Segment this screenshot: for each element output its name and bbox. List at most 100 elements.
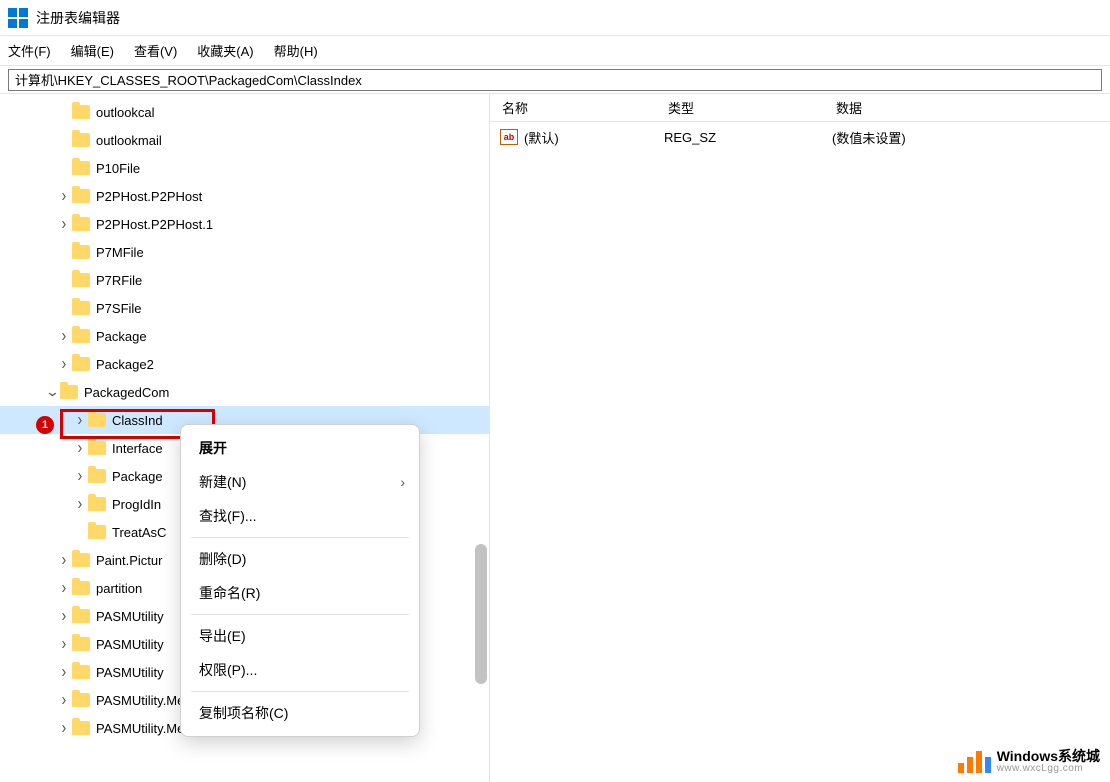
tree-item-label: PASMUtility [96,637,164,652]
tree-item[interactable]: outlookcal [0,98,489,126]
expand-icon[interactable] [72,440,88,456]
expand-icon[interactable] [56,692,72,708]
cm-new-label: 新建(N) [199,472,246,492]
cm-separator [191,691,409,692]
string-value-icon: ab [500,129,518,145]
cm-new[interactable]: 新建(N)› [181,465,419,499]
tree-item[interactable]: outlookmail [0,126,489,154]
expand-icon[interactable] [56,188,72,204]
tree-item-label: TreatAsC [112,525,166,540]
tree-item[interactable]: P2PHost.P2PHost [0,182,489,210]
values-pane: 名称 类型 数据 ab (默认) REG_SZ (数值未设置) [490,94,1110,782]
cm-export[interactable]: 导出(E) [181,619,419,653]
context-menu: 展开 新建(N)› 查找(F)... 删除(D) 重命名(R) 导出(E) 权限… [180,424,420,737]
expand-icon[interactable] [56,664,72,680]
address-input[interactable]: 计算机\HKEY_CLASSES_ROOT\PackagedCom\ClassI… [8,69,1102,91]
folder-icon [72,581,90,595]
col-name[interactable]: 名称 [490,98,656,117]
folder-icon [72,217,90,231]
expand-icon[interactable] [56,328,72,344]
tree-item[interactable]: P7SFile [0,294,489,322]
tree-item[interactable]: P2PHost.P2PHost.1 [0,210,489,238]
tree-item-label: Package [96,329,147,344]
expander-placeholder [56,272,72,288]
main-area: outlookcal outlookmail P10File P2PHost.P2PH… [0,94,1110,782]
expander-placeholder [56,160,72,176]
tree-scrollbar[interactable] [475,544,487,684]
folder-icon [72,637,90,651]
expander-placeholder [56,104,72,120]
tree-item-label: PASMUtility [96,609,164,624]
tree-item[interactable]: P10File [0,154,489,182]
tree-item-label: partition [96,581,142,596]
expand-icon[interactable] [56,356,72,372]
tree-item[interactable]: PackagedCom [0,378,489,406]
folder-icon [72,273,90,287]
expand-icon[interactable] [56,216,72,232]
expander-placeholder [72,524,88,540]
expand-icon[interactable] [56,636,72,652]
folder-icon [72,189,90,203]
folder-icon [88,497,106,511]
tree-item-label: P2PHost.P2PHost [96,189,202,204]
menubar: 文件(F) 编辑(E) 查看(V) 收藏夹(A) 帮助(H) [0,36,1110,66]
value-name: (默认) [524,128,664,147]
tree-item-label: P7RFile [96,273,142,288]
cm-separator [191,537,409,538]
folder-icon [72,245,90,259]
annotation-badge-1: 1 [36,416,54,434]
expand-icon[interactable] [72,412,88,428]
tree-item[interactable]: P7MFile [0,238,489,266]
folder-icon [88,469,106,483]
menu-file[interactable]: 文件(F) [8,41,51,60]
watermark: Windows系统城 www.wxcLgg.com [958,749,1100,774]
tree-item[interactable]: P7RFile [0,266,489,294]
expand-icon[interactable] [72,496,88,512]
expand-icon[interactable] [56,552,72,568]
folder-icon [88,441,106,455]
cm-delete[interactable]: 删除(D) [181,542,419,576]
expand-icon[interactable] [56,720,72,736]
values-header: 名称 类型 数据 [490,94,1110,122]
addressbar: 计算机\HKEY_CLASSES_ROOT\PackagedCom\ClassI… [0,66,1110,94]
collapse-icon[interactable] [44,384,60,400]
tree-item-label: Paint.Pictur [96,553,162,568]
col-data[interactable]: 数据 [824,98,1110,117]
tree-item-label: outlookcal [96,105,155,120]
cm-rename[interactable]: 重命名(R) [181,576,419,610]
menu-favorites[interactable]: 收藏夹(A) [197,41,253,60]
tree-item-label: ClassInd [112,413,163,428]
cm-find[interactable]: 查找(F)... [181,499,419,533]
titlebar: 注册表编辑器 [0,0,1110,36]
cm-permissions[interactable]: 权限(P)... [181,653,419,687]
cm-copy-key-name[interactable]: 复制项名称(C) [181,696,419,730]
expand-icon[interactable] [56,580,72,596]
tree-item[interactable]: Package [0,322,489,350]
menu-view[interactable]: 查看(V) [134,41,177,60]
folder-icon [88,525,106,539]
menu-edit[interactable]: 编辑(E) [71,41,114,60]
folder-icon [72,721,90,735]
folder-icon [72,665,90,679]
menu-help[interactable]: 帮助(H) [274,41,318,60]
expand-icon[interactable] [72,468,88,484]
expander-placeholder [56,244,72,260]
value-row[interactable]: ab (默认) REG_SZ (数值未设置) [490,122,1110,152]
folder-icon [72,301,90,315]
folder-icon [60,385,78,399]
tree-item-label: Package [112,469,163,484]
col-type[interactable]: 类型 [656,98,824,117]
expand-icon[interactable] [56,608,72,624]
app-icon [8,8,28,28]
cm-expand[interactable]: 展开 [181,431,419,465]
tree-item[interactable]: Package2 [0,350,489,378]
folder-icon [72,105,90,119]
watermark-title: Windows系统城 [997,749,1100,763]
tree-item-label: outlookmail [96,133,162,148]
tree-item-label: P10File [96,161,140,176]
tree-item-label: Interface [112,441,163,456]
value-type: REG_SZ [664,130,832,145]
watermark-url: www.wxcLgg.com [997,763,1100,774]
folder-icon [88,413,106,427]
folder-icon [72,161,90,175]
